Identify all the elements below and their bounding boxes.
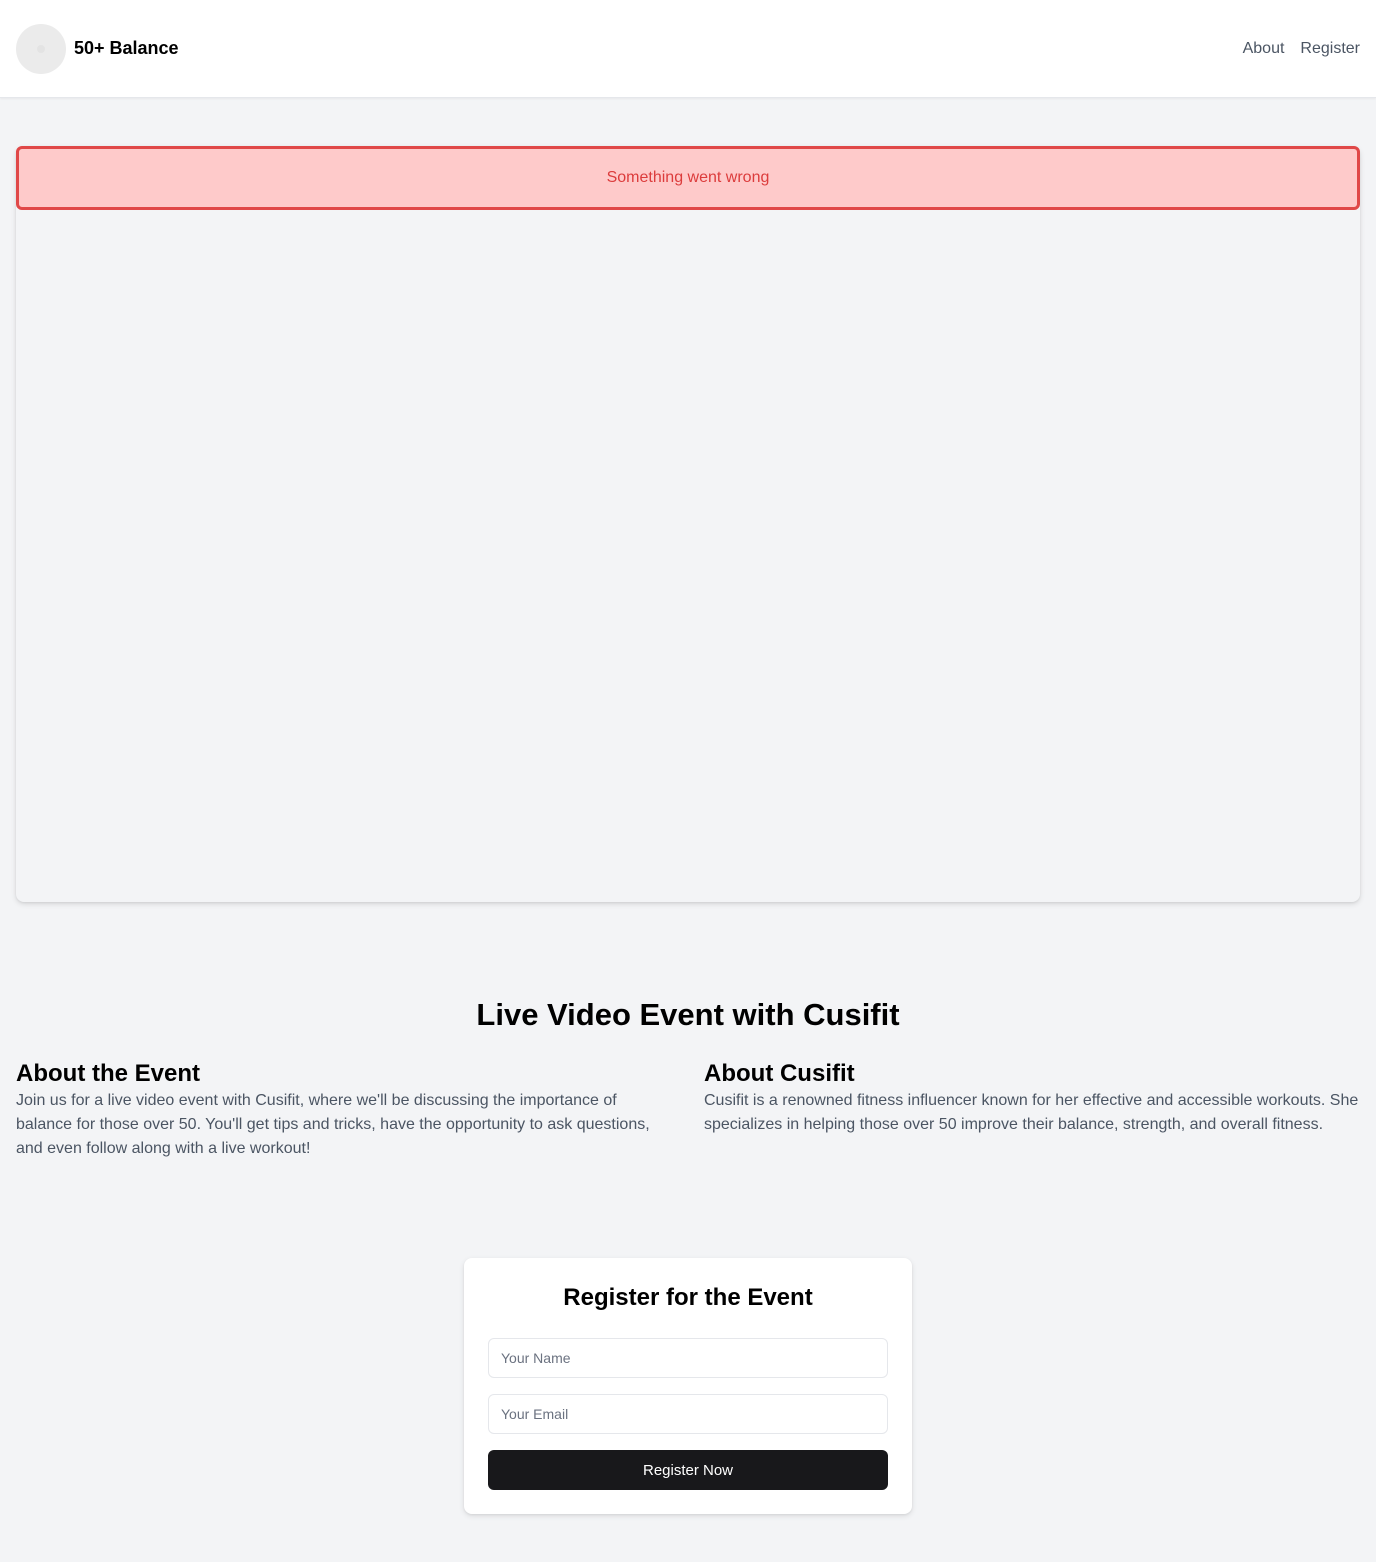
logo-icon [37,45,45,53]
about-event-heading: About the Event [16,1060,200,1087]
about-host-heading: About Cusifit [704,1060,855,1087]
about-host-section: About Cusifit Cusifit is a renowned fitn… [704,1059,1360,1137]
logo-avatar[interactable] [16,24,66,74]
video-player-panel[interactable]: Something went wrong [16,146,1360,902]
nav-link-register[interactable]: Register [1300,38,1360,60]
site-header: 50+ Balance About Register [0,0,1376,98]
about-host-text: Cusifit is a renowned fitness influencer… [704,1092,1359,1133]
event-title: Live Video Event with Cusifit [476,997,900,1032]
error-message: Something went wrong [606,169,770,186]
about-event-section: About the Event Join us for a live video… [16,1059,672,1161]
register-now-button[interactable]: Register Now [488,1450,888,1490]
brand-name[interactable]: 50+ Balance [74,36,179,60]
email-input[interactable] [488,1394,888,1434]
main-nav: About Register [1243,38,1360,60]
nav-link-about[interactable]: About [1243,38,1285,60]
name-input[interactable] [488,1338,888,1378]
registration-form: Register for the Event Register Now [464,1258,912,1514]
registration-title: Register for the Event [563,1284,813,1311]
about-event-text: Join us for a live video event with Cusi… [16,1092,650,1157]
error-banner: Something went wrong [16,146,1360,210]
